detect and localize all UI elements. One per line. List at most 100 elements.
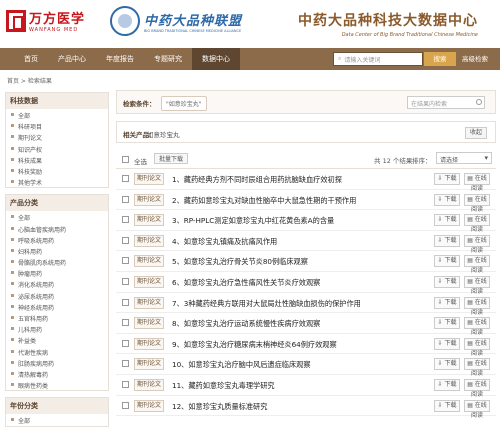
download-button[interactable]: ⇩ 下载 — [434, 358, 460, 371]
download-button[interactable]: ⇩ 下载 — [434, 173, 460, 185]
online-read-button[interactable]: ▤ 在线阅读 — [464, 193, 490, 213]
row-checkbox[interactable] — [122, 175, 129, 182]
sidebar-item[interactable]: 期刊论文 — [6, 131, 108, 142]
sidebar-item[interactable]: 呼吸系统用药 — [6, 234, 108, 245]
download-button[interactable]: ⇩ 下载 — [434, 337, 460, 350]
sidebar-item[interactable]: 妇科用药 — [6, 245, 108, 256]
nav-annual-report[interactable]: 年度报告 — [96, 48, 144, 70]
online-read-button[interactable]: ▤ 在线阅读 — [464, 378, 490, 398]
search-placeholder: 请输入关键词 — [344, 56, 381, 64]
sidebar-item[interactable]: 肛肠疾病用药 — [6, 357, 108, 368]
row-checkbox[interactable] — [122, 360, 129, 368]
row-checkbox[interactable] — [122, 257, 129, 265]
result-title-link[interactable]: 9、如意珍宝丸治疗糖尿病末梢神经炎64例疗效观察 — [172, 340, 337, 350]
result-title-link[interactable]: 1、藏药经典方剂不同时辰组合用药抗脑缺血疗效初探 — [172, 175, 342, 185]
select-all-label[interactable]: 全选 — [134, 156, 147, 166]
row-checkbox[interactable] — [122, 319, 129, 327]
download-button[interactable]: ⇩ 下载 — [434, 214, 460, 227]
sidebar-item[interactable]: 全部 — [6, 414, 108, 425]
related-products-bar: 相关产品： 如意珍宝丸 收起 — [116, 121, 496, 143]
online-read-button[interactable]: ▤ 在线阅读 — [464, 173, 490, 192]
sidebar-item[interactable]: 补益类 — [6, 334, 108, 345]
sidebar-item[interactable]: 全部 — [6, 211, 108, 222]
result-title-link[interactable]: 6、如意珍宝丸治疗急性痛风性关节炎疗效观察 — [172, 278, 320, 288]
row-checkbox[interactable] — [122, 380, 129, 388]
online-read-button[interactable]: ▤ 在线阅读 — [464, 358, 490, 377]
result-title-link[interactable]: 12、如意珍宝丸质量标准研究 — [172, 402, 267, 412]
site-title-cn: 中药大品种科技大数据中心 — [298, 13, 478, 29]
batch-download-button[interactable]: 批量下载 — [154, 153, 189, 164]
sidebar-item[interactable]: 科技成果 — [6, 154, 108, 165]
row-checkbox[interactable] — [122, 298, 129, 306]
related-product-link[interactable]: 如意珍宝丸 — [147, 129, 180, 139]
download-button[interactable]: ⇩ 下载 — [434, 275, 460, 288]
collapse-button[interactable]: 收起 — [465, 127, 487, 139]
nav-products[interactable]: 产品中心 — [48, 48, 96, 70]
search-condition-tag[interactable]: "如意珍宝丸" — [161, 96, 207, 111]
online-read-button[interactable]: ▤ 在线阅读 — [464, 399, 490, 419]
sidebar-item[interactable]: 清热解毒药 — [6, 368, 108, 379]
sidebar-item[interactable]: 五官科用药 — [6, 312, 108, 323]
online-read-button[interactable]: ▤ 在线阅读 — [464, 337, 490, 357]
select-all-checkbox[interactable] — [122, 156, 129, 163]
result-title-link[interactable]: 7、3种藏药经典方联用对大鼠局灶性脑缺血损伤的保护作用 — [172, 299, 361, 309]
sidebar-item[interactable]: 心脑血管疾病用药 — [6, 223, 108, 234]
sort-select[interactable]: 请选择 — [436, 152, 492, 164]
publication-type-badge: 期刊论文 — [134, 193, 164, 206]
online-read-button[interactable]: ▤ 在线阅读 — [464, 214, 490, 233]
sidebar-item[interactable]: 骨骼肌肉系统用药 — [6, 256, 108, 267]
advanced-search-link[interactable]: 高级检索 — [462, 48, 488, 70]
search-input[interactable]: ⌕ 请输入关键词 — [333, 52, 423, 66]
row-checkbox[interactable] — [122, 195, 129, 203]
search-button[interactable]: 搜索 — [424, 52, 456, 66]
online-read-button[interactable]: ▤ 在线阅读 — [464, 275, 490, 295]
download-button[interactable]: ⇩ 下载 — [434, 378, 460, 391]
sidebar-item[interactable]: 眼病性药类 — [6, 379, 108, 390]
publication-type-badge: 期刊论文 — [134, 173, 164, 185]
alliance-logo[interactable]: 中药大品种联盟 BIG BRAND TRADITIONAL CHINESE ME… — [110, 6, 242, 36]
download-button[interactable]: ⇩ 下载 — [434, 255, 460, 268]
sidebar-item[interactable]: 全部 — [6, 109, 108, 120]
download-button[interactable]: ⇩ 下载 — [434, 296, 460, 309]
nav-topics[interactable]: 专题研究 — [144, 48, 192, 70]
row-checkbox[interactable] — [122, 339, 129, 347]
result-title-link[interactable]: 10、如意珍宝丸治疗脑中风后遗症临床观察 — [172, 360, 311, 370]
nav-home[interactable]: 首页 — [14, 48, 48, 70]
row-checkbox[interactable] — [122, 216, 129, 224]
result-title-link[interactable]: 11、藏药如意珍宝丸毒理学研究 — [172, 381, 275, 391]
sidebar-item[interactable]: 科技奖励 — [6, 165, 108, 176]
download-button[interactable]: ⇩ 下载 — [434, 317, 460, 330]
online-read-button[interactable]: ▤ 在线阅读 — [464, 317, 490, 336]
sidebar-item[interactable]: 知识产权 — [6, 143, 108, 154]
online-read-button[interactable]: ▤ 在线阅读 — [464, 255, 490, 274]
sidebar-item[interactable]: 代谢性疾病 — [6, 346, 108, 357]
online-read-button[interactable]: ▤ 在线阅读 — [464, 234, 490, 254]
site-title: 中药大品种科技大数据中心 Data Center of Big Brand Tr… — [298, 10, 478, 38]
sidebar-item[interactable]: 神经系统用药 — [6, 301, 108, 312]
result-title-link[interactable]: 3、RP-HPLC测定如意珍宝丸中红花黄色素A的含量 — [172, 216, 334, 226]
wanfang-logo[interactable]: 万方医学 WANFANG MED — [6, 8, 85, 33]
result-title-link[interactable]: 5、如意珍宝丸治疗骨关节炎80例临床观察 — [172, 257, 308, 267]
sidebar-item[interactable]: 消化系统用药 — [6, 278, 108, 289]
sidebar-item[interactable]: 科研项目 — [6, 120, 108, 131]
sidebar-item[interactable]: 其他学术 — [6, 176, 108, 187]
row-checkbox[interactable] — [122, 277, 129, 285]
search-icon: ⌕ — [338, 55, 342, 62]
download-button[interactable]: ⇩ 下载 — [434, 399, 460, 412]
download-button[interactable]: ⇩ 下载 — [434, 193, 460, 206]
result-title-link[interactable]: 4、如意珍宝丸镇痛及抗痛风作用 — [172, 237, 277, 247]
result-search-input[interactable]: 在结果内检索 — [407, 96, 485, 109]
nav-data-center[interactable]: 数据中心 — [192, 48, 240, 70]
sidebar-item[interactable]: 泌尿系统用药 — [6, 290, 108, 301]
sidebar-item[interactable]: 儿科用药 — [6, 323, 108, 334]
row-checkbox[interactable] — [122, 401, 129, 409]
result-title-link[interactable]: 8、如意珍宝丸治疗运动系统慢性疾病疗效观察 — [172, 319, 320, 329]
breadcrumb[interactable]: 首页 > 检索结果 — [7, 76, 52, 85]
result-title-link[interactable]: 2、藏药如意珍宝丸对缺血性脑卒中大鼠急性期的干预作用 — [172, 196, 356, 206]
search-icon[interactable] — [476, 99, 482, 105]
download-button[interactable]: ⇩ 下载 — [434, 234, 460, 247]
online-read-button[interactable]: ▤ 在线阅读 — [464, 296, 490, 316]
row-checkbox[interactable] — [122, 236, 129, 244]
table-row: 期刊论文 12、如意珍宝丸质量标准研究 ⇩ 下载 ▤ 在线阅读 — [116, 396, 496, 419]
sidebar-item[interactable]: 肿瘤用药 — [6, 267, 108, 278]
